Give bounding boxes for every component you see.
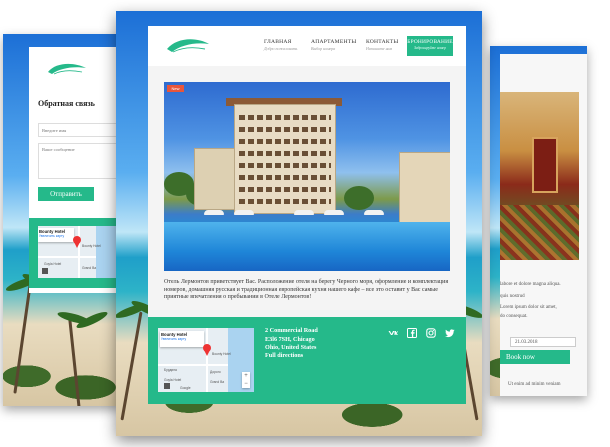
booking-button-sub: Забронируйте номер — [414, 46, 446, 50]
hero-hotel-photo — [164, 82, 450, 271]
nav-sub: Напишите нам — [366, 46, 393, 51]
pegman-icon[interactable] — [42, 268, 48, 274]
right-text-line: Lorem ipsum dolor sit amet, — [500, 305, 557, 310]
nav-label: АПАРТАМЕНТЫ — [311, 39, 357, 45]
map-pin-icon — [73, 236, 81, 248]
hotel-logo[interactable] — [163, 35, 213, 57]
facebook-icon[interactable] — [407, 328, 417, 338]
map-zoom-control[interactable]: + − — [242, 372, 250, 388]
new-badge: New — [167, 85, 184, 92]
nav-home[interactable]: ГЛАВНАЯ Добро пожаловать — [264, 39, 297, 51]
address-line-2: E3l6 7SH, Chicago — [265, 336, 315, 343]
nav-contacts[interactable]: КОНТАКТЫ Напишите нам — [366, 39, 398, 51]
left-map[interactable]: Bounty Hotel Увеличить карту Bounty Hote… — [38, 226, 118, 278]
footer-map[interactable]: Bounty Hotel Увеличить карту Bounty Hote… — [158, 328, 254, 392]
twitter-icon[interactable] — [445, 328, 455, 338]
map-label: Бурдина — [164, 368, 177, 372]
feedback-title: Обратная связь — [38, 99, 95, 108]
map-enlarge-link[interactable]: Увеличить карту — [161, 337, 203, 341]
booking-button[interactable]: БРОНИРОВАНИЕ Забронируйте номер — [407, 36, 453, 56]
message-field[interactable]: Ваше сообщение — [38, 143, 118, 179]
full-directions-link[interactable]: Full directions — [265, 352, 303, 359]
hotel-description: Отель Лермонтов приветствует Вас. Распол… — [164, 279, 449, 301]
map-info-card[interactable]: Bounty Hotel Увеличить карту — [160, 331, 204, 347]
map-label: Дорого — [210, 370, 221, 374]
right-text-line: quis nostrud — [500, 294, 525, 299]
map-label: Grand Ba — [82, 266, 97, 270]
right-text-line: labore et dolore magna aliqua. — [500, 282, 561, 287]
nav-label: КОНТАКТЫ — [366, 39, 399, 45]
nav-sub: Выбор номера — [311, 46, 336, 51]
google-logo: Google — [180, 386, 191, 390]
map-enlarge-link[interactable]: Увеличить карту — [39, 234, 73, 238]
map-label: Grand Ba — [210, 380, 225, 384]
booking-button-label: БРОНИРОВАНИЕ — [407, 39, 453, 45]
right-text-line: do consequat. — [500, 314, 528, 319]
date-input[interactable]: 21.03.2018 — [510, 337, 576, 347]
address-line-1: 2 Commercial Road — [265, 327, 318, 334]
nav-label: ГЛАВНАЯ — [264, 39, 292, 45]
pegman-icon[interactable] — [164, 383, 170, 389]
address-line-3: Ohio, United States — [265, 344, 317, 351]
map-info-card[interactable]: Bounty Hotel Увеличить карту — [38, 228, 74, 242]
room-photo — [500, 92, 579, 260]
map-label: Goyla Hotel — [164, 378, 182, 382]
map-pin-label: Bounty Hotel — [212, 352, 231, 356]
right-bottom-text: Ut enim ad minim veniam — [508, 382, 561, 387]
hotel-logo — [48, 63, 86, 75]
map-label: Goyla Hotel — [44, 262, 62, 266]
map-pin-icon — [203, 344, 211, 356]
vk-icon[interactable] — [388, 328, 398, 338]
instagram-icon[interactable] — [426, 328, 436, 338]
send-button[interactable]: Отправить — [38, 187, 94, 201]
book-now-button[interactable]: Book now — [500, 350, 570, 364]
name-field[interactable]: Введите имя — [38, 123, 118, 137]
nav-apartments[interactable]: АПАРТАМЕНТЫ Выбор номера — [311, 39, 356, 51]
map-pin-label: Bounty Hotel — [82, 244, 101, 248]
nav-sub: Добро пожаловать — [264, 46, 298, 51]
